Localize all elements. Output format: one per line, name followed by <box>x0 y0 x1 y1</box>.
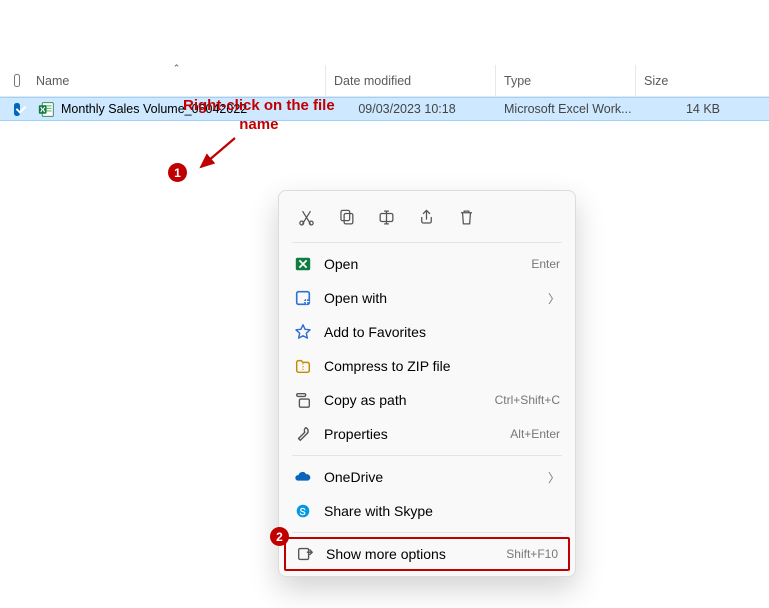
menu-copy-path[interactable]: Copy as path Ctrl+Shift+C <box>284 383 570 417</box>
wrench-icon <box>294 425 312 443</box>
menu-skype[interactable]: Share with Skype <box>284 494 570 528</box>
annotation-arrow-icon <box>195 135 245 175</box>
delete-button[interactable] <box>448 200 484 234</box>
select-all-checkbox[interactable] <box>14 74 20 87</box>
file-type-label: Microsoft Excel Work... <box>504 102 632 116</box>
column-date-label: Date modified <box>334 74 411 88</box>
menu-copypath-label: Copy as path <box>324 392 483 408</box>
step-badge-1-num: 1 <box>174 166 181 180</box>
sort-indicator-icon: ⌃ <box>173 63 181 74</box>
menu-more-shortcut: Shift+F10 <box>506 547 558 561</box>
column-header-name[interactable]: ⌃ Name <box>28 65 326 96</box>
annotation-line2: name <box>239 116 278 133</box>
annotation-line1: Right-click on the file <box>183 97 335 114</box>
copy-button[interactable] <box>328 200 364 234</box>
menu-copypath-shortcut: Ctrl+Shift+C <box>495 393 560 407</box>
menu-skype-label: Share with Skype <box>324 503 560 519</box>
step-badge-1: 1 <box>168 163 187 182</box>
rename-icon <box>377 208 396 227</box>
row-type-cell: Microsoft Excel Work... <box>496 98 636 120</box>
step-badge-2: 2 <box>270 527 289 546</box>
context-menu: Open Enter Open with 〉 Add to Favorites … <box>278 190 576 577</box>
menu-open[interactable]: Open Enter <box>284 247 570 281</box>
column-header-date[interactable]: Date modified <box>326 65 496 96</box>
menu-zip-label: Compress to ZIP file <box>324 358 560 374</box>
menu-show-more-options[interactable]: Show more options Shift+F10 <box>284 537 570 571</box>
menu-onedrive[interactable]: OneDrive 〉 <box>284 460 570 494</box>
share-button[interactable] <box>408 200 444 234</box>
menu-add-favorites[interactable]: Add to Favorites <box>284 315 570 349</box>
excel-file-icon <box>38 101 55 118</box>
star-icon <box>294 323 312 341</box>
row-checkbox-col[interactable] <box>0 98 28 120</box>
chevron-right-icon: 〉 <box>548 469 560 486</box>
column-size-label: Size <box>644 74 668 88</box>
more-options-icon <box>296 545 314 563</box>
menu-compress-zip[interactable]: Compress to ZIP file <box>284 349 570 383</box>
menu-more-label: Show more options <box>326 546 494 562</box>
rename-button[interactable] <box>368 200 404 234</box>
excel-app-icon <box>294 255 312 273</box>
zip-icon <box>294 357 312 375</box>
onedrive-icon <box>294 468 312 486</box>
column-header-size[interactable]: Size <box>636 65 736 96</box>
row-size-cell: 14 KB <box>636 98 736 120</box>
menu-separator <box>292 242 562 243</box>
menu-open-label: Open <box>324 256 519 272</box>
menu-properties[interactable]: Properties Alt+Enter <box>284 417 570 451</box>
skype-icon <box>294 502 312 520</box>
menu-open-shortcut: Enter <box>531 257 560 271</box>
menu-separator <box>292 532 562 533</box>
chevron-right-icon: 〉 <box>548 290 560 307</box>
row-date-cell: 09/03/2023 10:18 <box>326 98 496 120</box>
menu-open-with[interactable]: Open with 〉 <box>284 281 570 315</box>
copy-icon <box>337 208 356 227</box>
column-header-row: ⌃ Name Date modified Type Size <box>0 65 769 97</box>
menu-open-with-label: Open with <box>324 290 536 306</box>
context-menu-toolbar <box>284 196 570 238</box>
open-with-icon <box>294 289 312 307</box>
column-header-checkbox[interactable] <box>0 65 28 96</box>
copy-path-icon <box>294 391 312 409</box>
file-size-label: 14 KB <box>686 102 720 116</box>
column-type-label: Type <box>504 74 531 88</box>
step-badge-2-num: 2 <box>276 530 283 544</box>
scissors-icon <box>297 208 316 227</box>
menu-onedrive-label: OneDrive <box>324 469 536 485</box>
cut-button[interactable] <box>288 200 324 234</box>
column-name-label: Name <box>36 74 69 88</box>
file-row[interactable]: Monthly Sales Volume_06042022 09/03/2023… <box>0 97 769 121</box>
share-icon <box>417 208 436 227</box>
trash-icon <box>457 208 476 227</box>
menu-properties-label: Properties <box>324 426 498 442</box>
file-date-label: 09/03/2023 10:18 <box>358 102 455 116</box>
menu-favorites-label: Add to Favorites <box>324 324 560 340</box>
annotation-text: Right-click on the file name <box>183 97 335 135</box>
row-checkbox[interactable] <box>14 103 20 116</box>
menu-properties-shortcut: Alt+Enter <box>510 427 560 441</box>
column-header-type[interactable]: Type <box>496 65 636 96</box>
menu-separator <box>292 455 562 456</box>
